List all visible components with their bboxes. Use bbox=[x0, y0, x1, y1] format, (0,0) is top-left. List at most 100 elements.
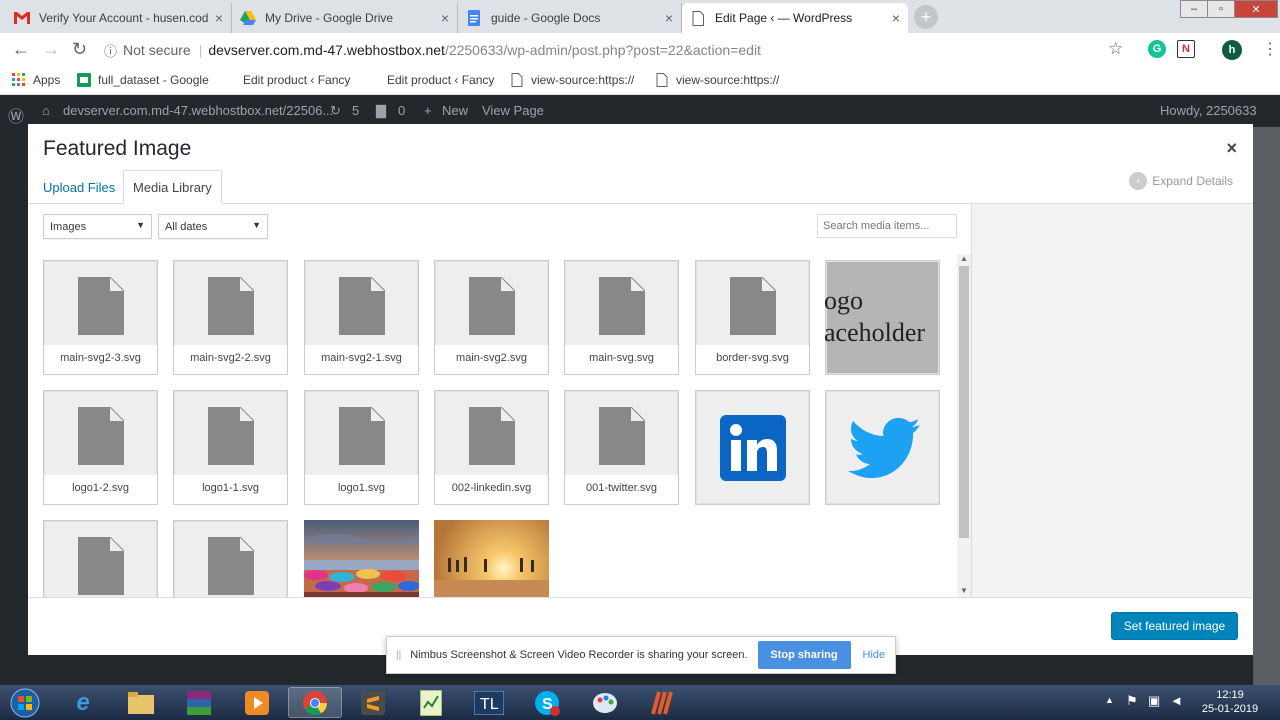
view-page-link[interactable]: View Page bbox=[482, 103, 544, 118]
network-icon[interactable]: ▣ bbox=[1148, 693, 1160, 709]
tab-media-library[interactable]: Media Library bbox=[123, 170, 222, 204]
media-item-logo-placeholder[interactable]: ogo aceholder bbox=[824, 260, 940, 375]
tab-title: Verify Your Account - husen.cod bbox=[39, 11, 209, 25]
media-item[interactable]: logo1-1.svg bbox=[173, 390, 288, 505]
sunset-beach-photo bbox=[434, 520, 549, 597]
app-stripes-icon[interactable] bbox=[636, 687, 690, 718]
apps-grid-icon bbox=[12, 73, 25, 86]
modal-close-button[interactable]: × bbox=[1226, 138, 1237, 159]
media-item[interactable]: 001-twitter.svg bbox=[564, 390, 679, 505]
close-icon[interactable]: × bbox=[665, 10, 673, 26]
media-item-sunset-photo[interactable] bbox=[434, 520, 549, 597]
media-item[interactable]: border-svg.svg bbox=[695, 260, 810, 375]
volume-muted-icon[interactable]: ◄ bbox=[1170, 693, 1183, 708]
linkedin-icon bbox=[720, 415, 786, 481]
profile-avatar[interactable]: h bbox=[1222, 40, 1242, 60]
scroll-up-arrow-icon[interactable]: ▲ bbox=[960, 254, 968, 263]
stop-sharing-button[interactable]: Stop sharing bbox=[757, 641, 851, 669]
tray-expand-icon[interactable]: ▲ bbox=[1105, 695, 1114, 705]
page-icon bbox=[690, 10, 706, 26]
media-item[interactable]: main-svg2.svg bbox=[434, 260, 549, 375]
action-center-flag-icon[interactable]: ⚑ bbox=[1126, 693, 1138, 709]
new-link[interactable]: New bbox=[442, 103, 468, 118]
skype-icon[interactable]: S bbox=[520, 687, 574, 718]
media-player-icon[interactable] bbox=[230, 687, 284, 718]
tab-title: Edit Page ‹ — WordPress bbox=[715, 11, 853, 25]
address-bar[interactable]: ⓘ Not secure | devserver.com.md-47.webho… bbox=[104, 38, 1134, 62]
media-item[interactable]: logo1-2.svg bbox=[43, 390, 158, 505]
scrollbar-thumb[interactable] bbox=[959, 266, 969, 538]
tab-gmail[interactable]: Verify Your Account - husen.cod × bbox=[6, 3, 232, 33]
document-icon bbox=[469, 407, 515, 465]
media-item[interactable]: 002-linkedin.svg bbox=[434, 390, 549, 505]
expand-details-button[interactable]: ‹ Expand Details bbox=[1129, 172, 1233, 190]
wordpress-logo-icon[interactable]: Ⓦ bbox=[8, 103, 24, 127]
media-item-twitter[interactable] bbox=[825, 390, 940, 505]
close-icon[interactable]: × bbox=[892, 10, 900, 26]
windows-taskbar: e TL S ▲ ⚑ ▣ ◄ 12:19 25-01-2019 bbox=[0, 685, 1280, 720]
home-icon[interactable]: ⌂ bbox=[42, 103, 50, 118]
file-explorer-icon[interactable] bbox=[114, 687, 168, 718]
drag-handle-icon[interactable]: || bbox=[396, 650, 401, 661]
nimbus-extension-icon[interactable]: N bbox=[1177, 40, 1195, 58]
comments-icon[interactable]: ▇ bbox=[376, 103, 386, 119]
media-item[interactable]: main-svg2-1.svg bbox=[304, 260, 419, 375]
notepad-icon[interactable] bbox=[404, 687, 458, 718]
tab-wordpress[interactable]: Edit Page ‹ — WordPress × bbox=[682, 3, 908, 33]
blank-icon bbox=[366, 73, 380, 87]
bookmark-edit-product-2[interactable]: Edit product ‹ Fancy bbox=[366, 71, 494, 89]
restore-button[interactable]: ▫ bbox=[1207, 0, 1235, 18]
media-scrollbar[interactable]: ▲ ▼ bbox=[957, 254, 971, 597]
tab-upload-files[interactable]: Upload Files bbox=[34, 170, 124, 204]
reload-icon[interactable]: ↻ bbox=[72, 39, 87, 60]
howdy-user[interactable]: Howdy, 2250633 bbox=[1160, 103, 1257, 118]
close-icon[interactable]: × bbox=[441, 10, 449, 26]
grammarly-icon[interactable]: G bbox=[1148, 40, 1166, 58]
tab-google-docs[interactable]: guide - Google Docs × bbox=[458, 3, 682, 33]
updates-icon[interactable]: ↻ bbox=[330, 103, 341, 119]
media-item[interactable]: logo1.svg bbox=[304, 390, 419, 505]
updates-count[interactable]: 5 bbox=[352, 103, 359, 118]
comments-count[interactable]: 0 bbox=[398, 103, 405, 118]
back-arrow-icon[interactable]: ← bbox=[12, 39, 30, 60]
media-filename: main-svg2-3.svg bbox=[44, 345, 157, 374]
close-icon[interactable]: × bbox=[215, 10, 223, 26]
media-item[interactable]: main-svg2-2.svg bbox=[173, 260, 288, 375]
bookmark-apps[interactable]: Apps bbox=[12, 71, 60, 89]
forward-arrow-icon[interactable]: → bbox=[42, 39, 60, 60]
new-tab-button[interactable]: + bbox=[914, 5, 938, 29]
google-drive-icon bbox=[240, 10, 256, 26]
menu-kebab-icon[interactable]: ⋮ bbox=[1262, 39, 1278, 59]
bookmark-view-source-1[interactable]: view-source:https:// bbox=[510, 71, 634, 89]
internet-explorer-icon[interactable]: e bbox=[56, 687, 110, 718]
google-docs-icon bbox=[466, 10, 482, 26]
info-icon[interactable]: ⓘ bbox=[104, 41, 117, 60]
sublime-text-icon[interactable] bbox=[346, 687, 400, 718]
site-link[interactable]: devserver.com.md-47.webhostbox.net/22506… bbox=[63, 103, 333, 118]
start-button[interactable] bbox=[0, 687, 50, 718]
media-item-linkedin[interactable] bbox=[695, 390, 810, 505]
set-featured-image-button[interactable]: Set featured image bbox=[1111, 612, 1238, 640]
media-item[interactable]: main-svg2-3.svg bbox=[43, 260, 158, 375]
hide-button[interactable]: Hide bbox=[863, 649, 886, 661]
tab-google-drive[interactable]: My Drive - Google Drive × bbox=[232, 3, 458, 33]
beach-umbrellas-photo bbox=[304, 520, 420, 597]
bookmark-full-dataset[interactable]: full_dataset - Google bbox=[77, 71, 209, 89]
taskbar-clock[interactable]: 12:19 25-01-2019 bbox=[1195, 688, 1265, 716]
scroll-down-arrow-icon[interactable]: ▼ bbox=[960, 586, 968, 595]
bookmark-edit-product-1[interactable]: Edit product ‹ Fancy bbox=[222, 71, 350, 89]
minimize-button[interactable]: – bbox=[1180, 0, 1208, 18]
bookmark-view-source-2[interactable]: view-source:https:// bbox=[655, 71, 779, 89]
chrome-icon[interactable] bbox=[288, 687, 342, 718]
media-item[interactable]: main-svg.svg bbox=[564, 260, 679, 375]
tl-app-icon[interactable]: TL bbox=[462, 687, 516, 718]
media-item[interactable] bbox=[173, 520, 288, 597]
media-item-beach-photo[interactable] bbox=[304, 520, 420, 597]
media-item[interactable] bbox=[43, 520, 158, 597]
paint-icon[interactable] bbox=[578, 687, 632, 718]
security-label: Not secure bbox=[123, 42, 191, 58]
window-close-button[interactable]: ✕ bbox=[1234, 0, 1278, 18]
winrar-icon[interactable] bbox=[172, 687, 226, 718]
bookmark-star-icon[interactable]: ☆ bbox=[1108, 39, 1123, 59]
page-icon bbox=[511, 73, 523, 87]
